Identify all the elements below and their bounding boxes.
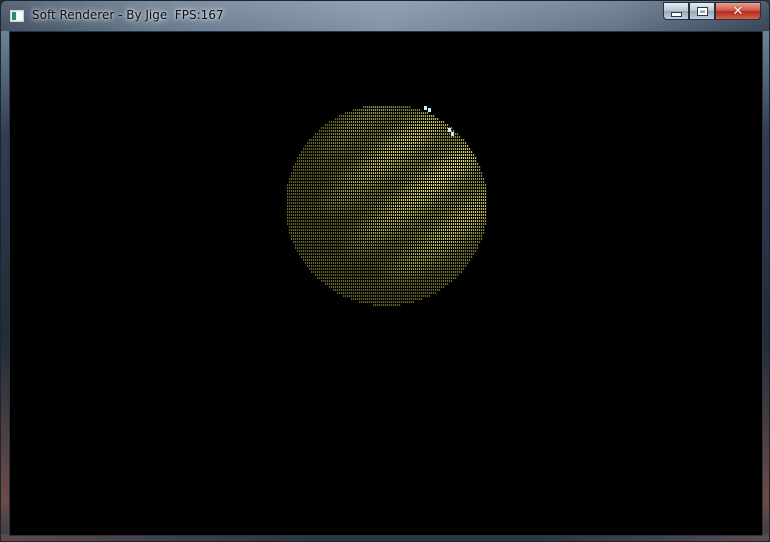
app-icon[interactable] bbox=[10, 10, 24, 22]
rendered-sphere bbox=[287, 106, 487, 306]
highlight-pixel bbox=[451, 132, 454, 136]
close-button[interactable]: ✕ bbox=[715, 2, 761, 20]
highlight-pixel bbox=[424, 106, 427, 110]
maximize-icon bbox=[696, 6, 708, 16]
window-title: Soft Renderer - By Jige FPS:167 bbox=[32, 8, 224, 22]
minimize-button[interactable] bbox=[663, 2, 689, 20]
minimize-icon bbox=[670, 11, 682, 17]
title-bar[interactable]: Soft Renderer - By Jige FPS:167 ✕ bbox=[1, 1, 769, 31]
highlight-pixel bbox=[428, 108, 431, 112]
app-window: Soft Renderer - By Jige FPS:167 ✕ bbox=[0, 0, 770, 542]
render-viewport[interactable] bbox=[9, 31, 763, 536]
close-icon: ✕ bbox=[732, 3, 744, 19]
window-frame-left[interactable] bbox=[1, 31, 9, 541]
highlight-pixel bbox=[448, 128, 451, 132]
rendered-sphere-canvas bbox=[287, 106, 487, 306]
caption-buttons: ✕ bbox=[663, 2, 761, 21]
maximize-button[interactable] bbox=[689, 2, 715, 20]
